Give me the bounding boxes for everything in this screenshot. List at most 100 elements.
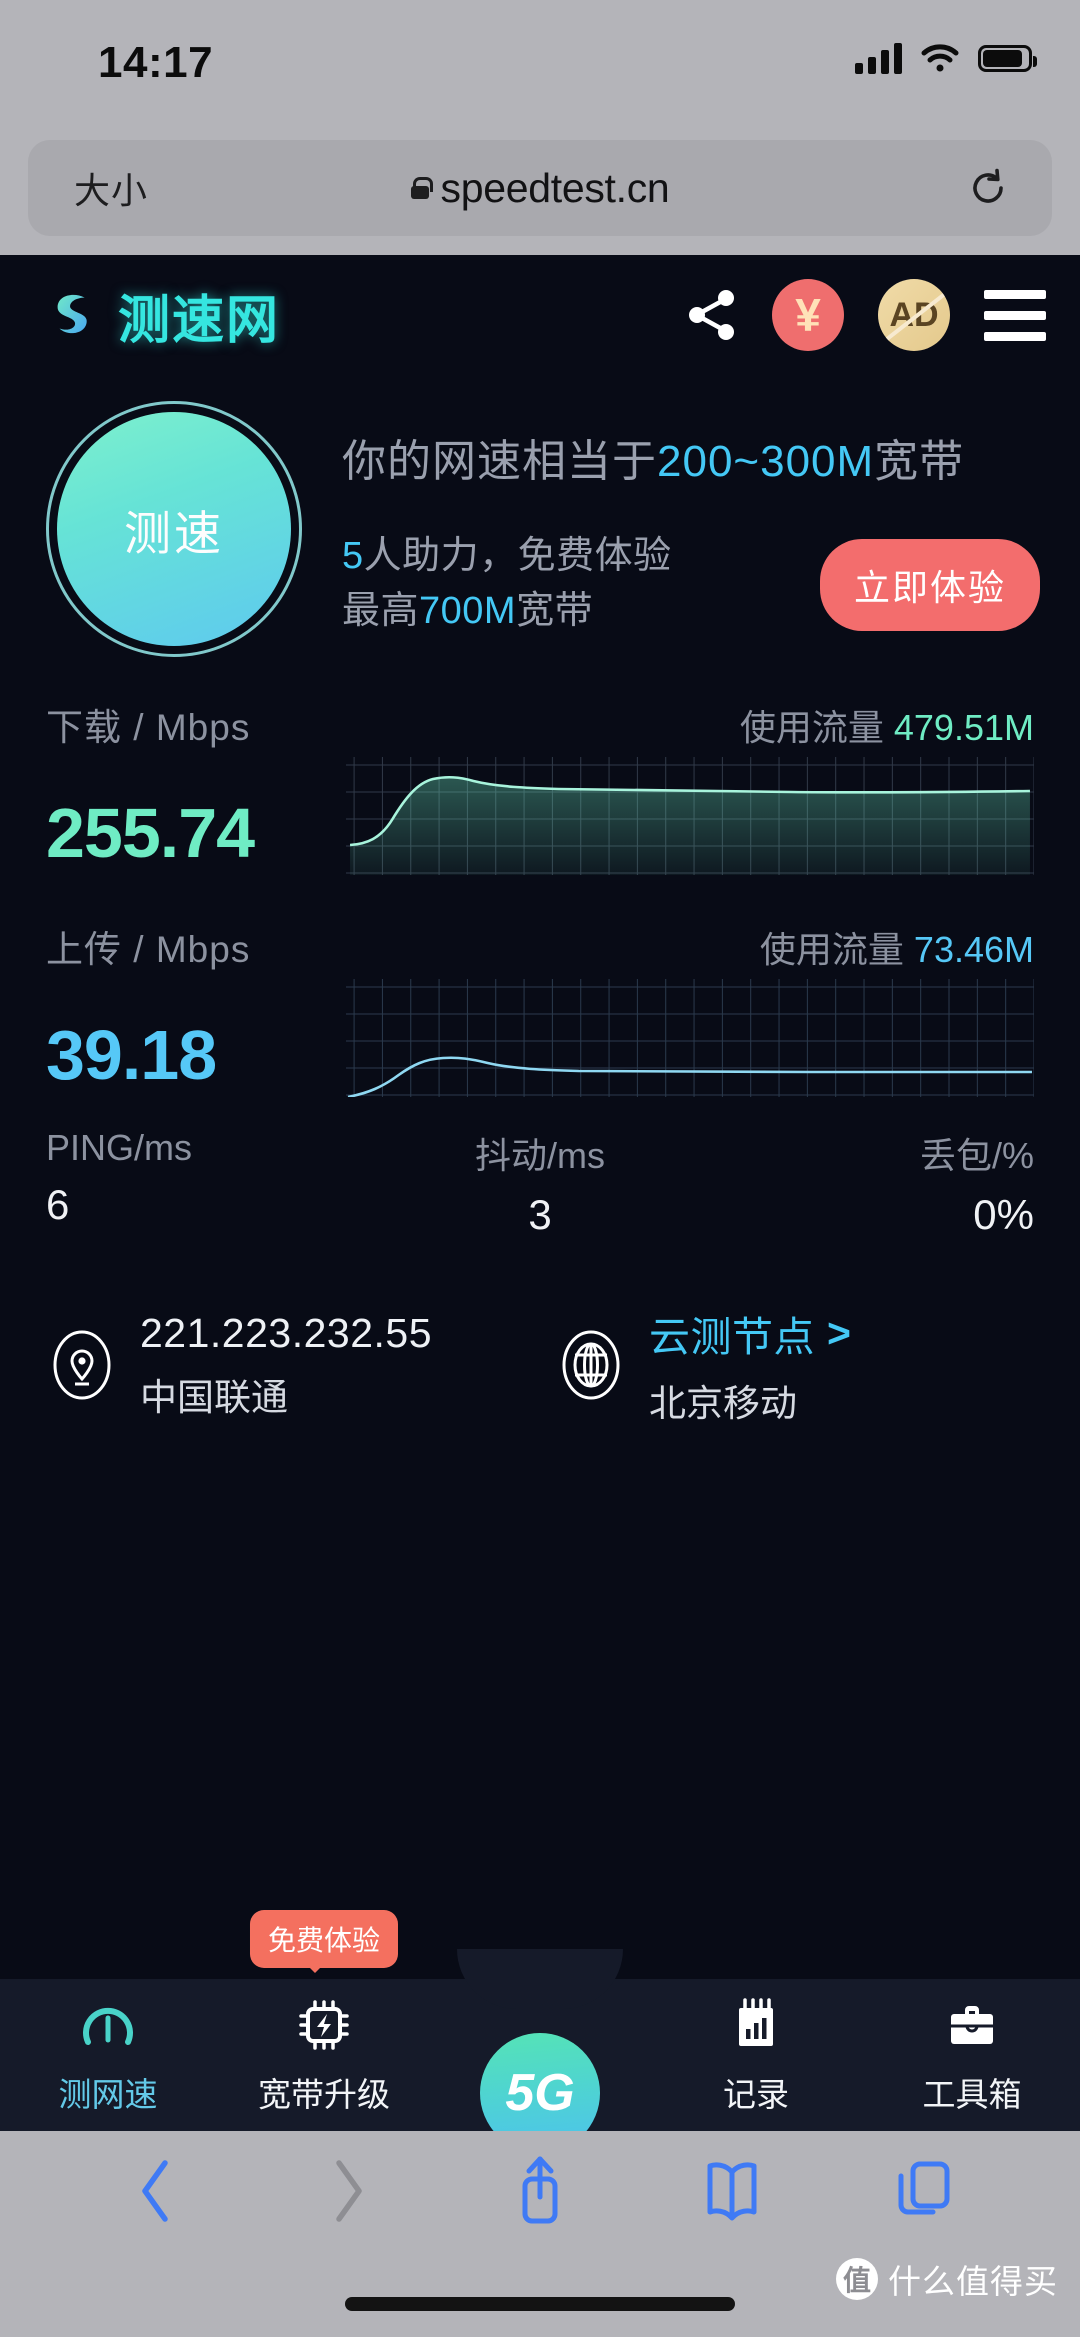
reload-icon[interactable] [968, 168, 1008, 208]
app-header: 测速网 ¥ AD [0, 255, 1080, 375]
app-tab-bar: 测网速 免费体验 宽带升级 5G 记录 工具箱 [0, 1910, 1080, 2131]
headline-prefix: 你的网速相当于 [342, 437, 657, 486]
tab-records[interactable]: 记录 [648, 1994, 864, 2116]
start-test-button[interactable]: 测速 [46, 401, 302, 657]
fab-notch [457, 1949, 623, 2009]
watermark-badge: 值 [836, 2258, 878, 2300]
upload-traffic-label: 使用流量 [759, 929, 904, 970]
isp-name: 中国联通 [140, 1376, 288, 1418]
hero-text: 你的网速相当于200~300M宽带 5人助力，免费体验 最高700M宽带 立即体… [314, 397, 1040, 657]
ip-info: 221.223.232.55 中国联通 [46, 1303, 525, 1427]
toolbox-icon [864, 1994, 1080, 2056]
stat-ping: PING/ms 6 [46, 1127, 375, 1239]
tab-toolbox[interactable]: 工具箱 [864, 1994, 1080, 2116]
download-value: 255.74 [46, 794, 255, 872]
url-display[interactable]: speedtest.cn [28, 165, 1052, 212]
tabs-button[interactable] [828, 2158, 1020, 2224]
chip-bolt-icon [216, 1994, 432, 2056]
download-header: 下载 / Mbps 使用流量 479.51M [46, 697, 1034, 751]
brand-name: 测速网 [118, 291, 281, 350]
promo-line-1: 5人助力，免费体验 [342, 529, 672, 584]
upload-traffic-value: 73.46M [913, 929, 1034, 970]
tab-records-label: 记录 [723, 2076, 789, 2113]
stat-ping-label: PING/ms [46, 1127, 193, 1168]
back-chevron-icon [142, 2160, 168, 2222]
stat-loss: 丢包/% 0% [705, 1127, 1034, 1239]
download-speed-chart [346, 757, 1034, 875]
hamburger-menu-icon[interactable] [984, 289, 1046, 341]
cellular-signal-icon [855, 42, 902, 74]
network-stats-row: PING/ms 6 抖动/ms 3 丢包/% 0% [0, 1101, 1080, 1239]
tab-toolbox-label: 工具箱 [922, 2076, 1022, 2113]
node-text: 云测节点 > 北京移动 [649, 1303, 851, 1427]
stat-jitter: 抖动/ms 3 [375, 1127, 704, 1239]
battery-icon [978, 44, 1037, 72]
node-info[interactable]: 云测节点 > 北京移动 [525, 1303, 1034, 1427]
brand-logo[interactable]: 测速网 [46, 278, 280, 353]
wifi-icon [921, 44, 959, 72]
url-text: speedtest.cn [440, 164, 670, 211]
promo-block: 5人助力，免费体验 最高700M宽带 立即体验 [342, 529, 1040, 639]
upload-traffic: 使用流量 73.46M [760, 921, 1034, 973]
headline-suffix: 宽带 [874, 437, 965, 486]
upload-body: 39.18 [46, 979, 1034, 1101]
download-body: 255.74 [46, 757, 1034, 879]
browser-toolbar-icons [0, 2131, 1080, 2251]
forward-button[interactable] [252, 2155, 444, 2227]
status-bar-clock: 14:17 [98, 38, 214, 87]
download-traffic: 使用流量 479.51M [740, 699, 1034, 751]
share-nodes-icon[interactable] [686, 288, 738, 342]
upload-value: 39.18 [46, 1016, 217, 1094]
upload-speed-chart [346, 979, 1034, 1097]
text-size-button[interactable]: 大小 [74, 162, 148, 214]
browser-toolbar: 值 什么值得买 [0, 2131, 1080, 2337]
connection-info-row: 221.223.232.55 中国联通 云测节点 > 北京移动 [0, 1239, 1080, 1427]
watermark: 值 什么值得买 [836, 2255, 1058, 2303]
speedtest-logo-icon [57, 294, 87, 334]
stat-jitter-label: 抖动/ms [474, 1135, 605, 1176]
speedtest-dial-wrap: 测速 [46, 397, 314, 657]
upload-label: 上传 / Mbps [46, 929, 251, 970]
book-icon [707, 2162, 757, 2221]
ios-status-bar: 14:17 [0, 0, 1080, 120]
coin-reward-button[interactable]: ¥ [772, 279, 844, 351]
promo-line2-highlight: 700M [419, 590, 517, 633]
free-trial-badge: 免费体验 [249, 1910, 399, 1973]
start-test-label: 测速 [57, 412, 291, 646]
header-actions: ¥ AD [686, 279, 1046, 351]
share-button[interactable] [444, 2153, 636, 2229]
try-now-button[interactable]: 立即体验 [819, 539, 1040, 631]
back-button[interactable] [60, 2155, 252, 2227]
node-link[interactable]: 云测节点 > [649, 1303, 851, 1363]
promo-line1-highlight: 5 [342, 535, 364, 577]
promo-line2-suffix: 宽带 [516, 590, 594, 633]
ip-address: 221.223.232.55 [140, 1309, 432, 1356]
watermark-text: 什么值得买 [888, 2263, 1058, 2300]
ip-text: 221.223.232.55 中国联通 [140, 1310, 432, 1421]
stat-loss-value: 0% [973, 1191, 1034, 1238]
bookmarks-button[interactable] [636, 2158, 828, 2224]
upload-metric: 上传 / Mbps 使用流量 73.46M 39.18 [0, 919, 1080, 1101]
tab-broadband-label: 宽带升级 [258, 2076, 390, 2113]
headline: 你的网速相当于200~300M宽带 [342, 425, 1040, 489]
download-traffic-value: 479.51M [893, 707, 1034, 748]
stat-ping-value: 6 [46, 1181, 70, 1228]
tab-speedtest-label: 测网速 [58, 2076, 158, 2113]
tabs-icon [898, 2161, 950, 2215]
tab-broadband-upgrade[interactable]: 免费体验 宽带升级 [216, 1910, 432, 2116]
remove-ads-button[interactable]: AD [878, 279, 950, 351]
stat-jitter-value: 3 [528, 1191, 552, 1238]
tab-speedtest[interactable]: 测网速 [0, 1994, 216, 2116]
download-metric: 下载 / Mbps 使用流量 479.51M 255.74 [0, 697, 1080, 879]
5g-button-icon[interactable]: 5G [480, 2033, 600, 2131]
browser-address-bar[interactable]: 大小 speedtest.cn [28, 140, 1052, 236]
stat-loss-label: 丢包/% [919, 1135, 1034, 1176]
promo-line-2: 最高700M宽带 [342, 584, 672, 639]
status-bar-indicators [855, 42, 1037, 74]
share-icon [522, 2156, 558, 2224]
globe-icon [562, 1330, 620, 1400]
headline-highlight: 200~300M [657, 437, 875, 486]
lock-icon [410, 177, 433, 199]
download-label: 下载 / Mbps [46, 707, 251, 748]
download-traffic-label: 使用流量 [739, 707, 884, 748]
